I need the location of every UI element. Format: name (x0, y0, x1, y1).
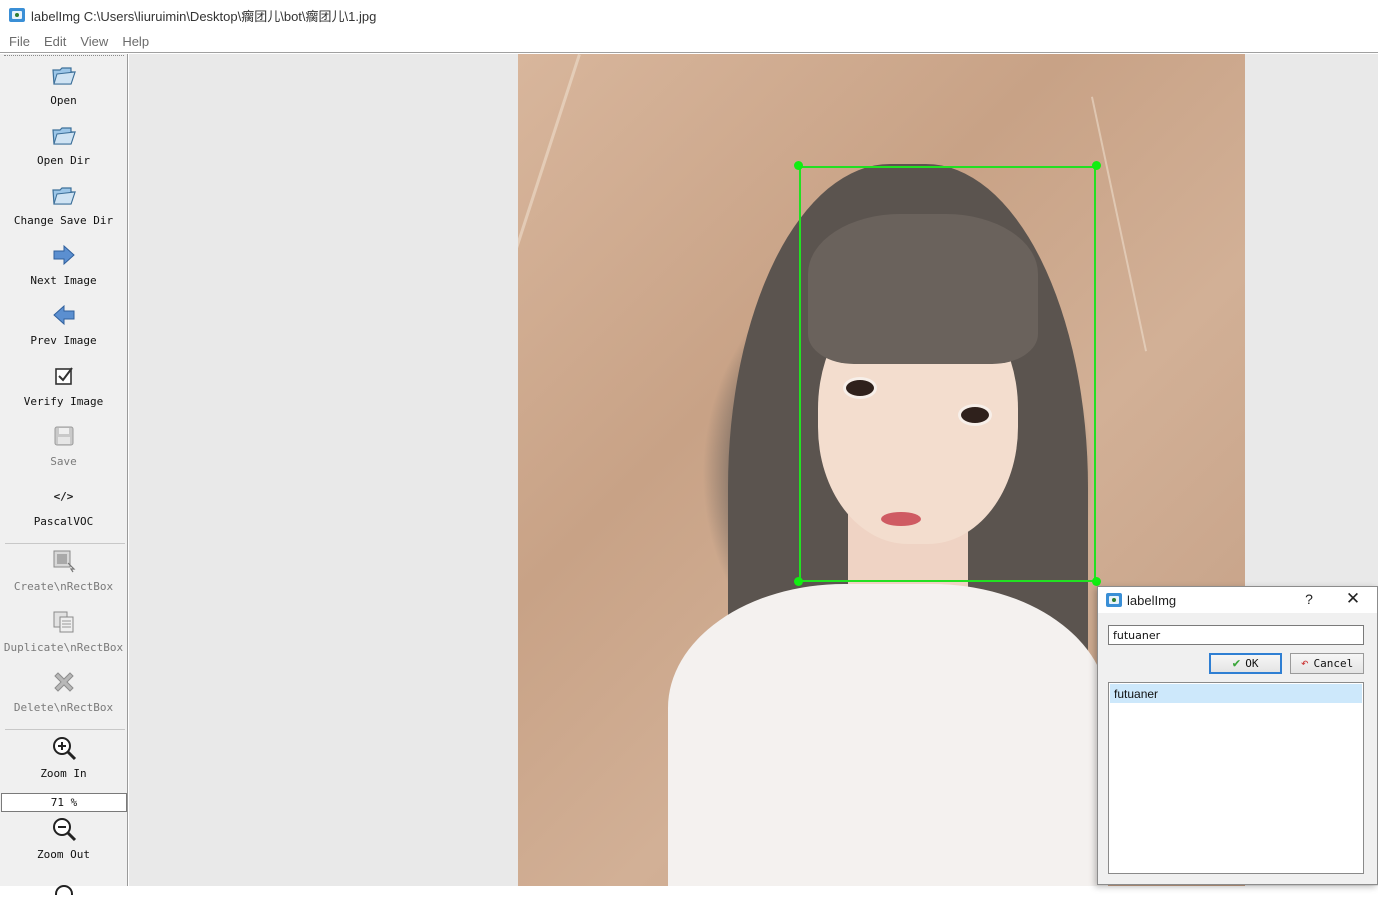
zoom-level-field[interactable]: 71 % (1, 793, 127, 812)
zoom-out-icon (51, 816, 77, 842)
duplicate-rectbox-label: Duplicate\nRectBox (3, 641, 124, 654)
help-button[interactable]: ? (1303, 591, 1315, 607)
prev-image-label: Prev Image (30, 334, 97, 347)
menu-edit[interactable]: Edit (39, 34, 71, 49)
label-dialog: labelImg ? ✕ futuaner ✔ OK ↶ Cancel futu… (1097, 586, 1378, 885)
zoom-in-icon (51, 735, 77, 761)
menu-help[interactable]: Help (117, 34, 154, 49)
menu-bar: File Edit View Help (0, 30, 1378, 52)
bbox-handle-top-left[interactable] (794, 161, 803, 170)
wall-texture (1090, 96, 1148, 352)
check-icon: ✔ (1232, 656, 1241, 671)
bounding-box[interactable] (799, 166, 1096, 582)
verify-image-button[interactable]: Verify Image (0, 363, 127, 408)
close-icon[interactable]: ✕ (1344, 589, 1362, 609)
labelimg-app-icon (1106, 592, 1122, 608)
rect-create-icon (51, 548, 77, 574)
zoom-in-label: Zoom In (40, 767, 87, 780)
duplicate-icon (51, 609, 77, 635)
list-item[interactable]: futuaner (1110, 684, 1362, 703)
verify-image-label: Verify Image (23, 395, 104, 408)
cancel-label: Cancel (1313, 657, 1354, 670)
labelimg-app-icon (9, 7, 25, 23)
open-label: Open (50, 94, 77, 107)
wall-texture (518, 54, 581, 341)
create-rectbox-label: Create\nRectBox (13, 580, 114, 593)
code-icon-text: </> (53, 489, 74, 503)
window-title: labelImg C:\Users\liuruimin\Desktop\瘸团儿\… (31, 8, 377, 24)
ok-button[interactable]: ✔ OK (1209, 653, 1282, 674)
bbox-handle-bottom-right[interactable] (1092, 577, 1101, 586)
create-rectbox-button[interactable]: Create\nRectBox (0, 548, 127, 593)
dialog-title: labelImg (1127, 592, 1177, 608)
change-save-dir-label: Change Save Dir (13, 214, 114, 227)
zoom-out-button[interactable]: Zoom Out (0, 816, 127, 861)
arrow-left-icon (51, 302, 77, 328)
ok-label: OK (1245, 657, 1259, 670)
delete-rectbox-button[interactable]: Delete\nRectBox (0, 669, 127, 714)
bbox-handle-bottom-left[interactable] (794, 577, 803, 586)
menu-file[interactable]: File (4, 34, 35, 49)
format-label: PascalVOC (33, 515, 94, 528)
photo-top (668, 584, 1108, 886)
menu-view[interactable]: View (75, 34, 113, 49)
open-dir-button[interactable]: Open Dir (0, 122, 127, 167)
next-image-button[interactable]: Next Image (0, 242, 127, 287)
toolbar-divider (5, 729, 125, 730)
prev-image-button[interactable]: Prev Image (0, 302, 127, 347)
duplicate-rectbox-button[interactable]: Duplicate\nRectBox (0, 609, 127, 654)
undo-arrow-icon: ↶ (1300, 656, 1309, 671)
open-button[interactable]: Open (0, 62, 127, 107)
fit-window-icon (51, 876, 77, 902)
folder-icon (51, 62, 77, 88)
floppy-icon (51, 423, 77, 449)
save-label: Save (50, 455, 77, 468)
folder-icon (51, 182, 77, 208)
checkbox-icon (51, 363, 77, 389)
open-dir-label: Open Dir (37, 154, 90, 167)
zoom-in-button[interactable]: Zoom In (0, 735, 127, 780)
format-pascalvoc-button[interactable]: </> PascalVOC (0, 483, 127, 529)
change-save-dir-button[interactable]: Change Save Dir (0, 182, 127, 227)
fit-window-button[interactable] (0, 876, 127, 902)
cancel-button[interactable]: ↶ Cancel (1290, 653, 1364, 674)
delete-rectbox-label: Delete\nRectBox (13, 701, 114, 714)
toolbar-divider (5, 543, 125, 544)
save-button[interactable]: Save (0, 423, 127, 468)
label-list[interactable]: futuaner (1108, 682, 1364, 874)
code-icon: </> (51, 483, 77, 509)
zoom-out-label: Zoom Out (37, 848, 90, 861)
left-toolbar: Open Open Dir Change Save Dir Next Image… (0, 54, 128, 895)
menu-separator (0, 52, 1378, 53)
folder-icon (51, 122, 77, 148)
toolbar-grip[interactable] (4, 55, 124, 58)
bbox-handle-top-right[interactable] (1092, 161, 1101, 170)
label-input[interactable]: futuaner (1108, 625, 1364, 645)
dialog-title-bar: labelImg ? ✕ (1098, 587, 1377, 613)
delete-x-icon (51, 669, 77, 695)
next-image-label: Next Image (30, 274, 97, 287)
arrow-right-icon (51, 242, 77, 268)
title-bar: labelImg C:\Users\liuruimin\Desktop\瘸团儿\… (0, 0, 1378, 30)
